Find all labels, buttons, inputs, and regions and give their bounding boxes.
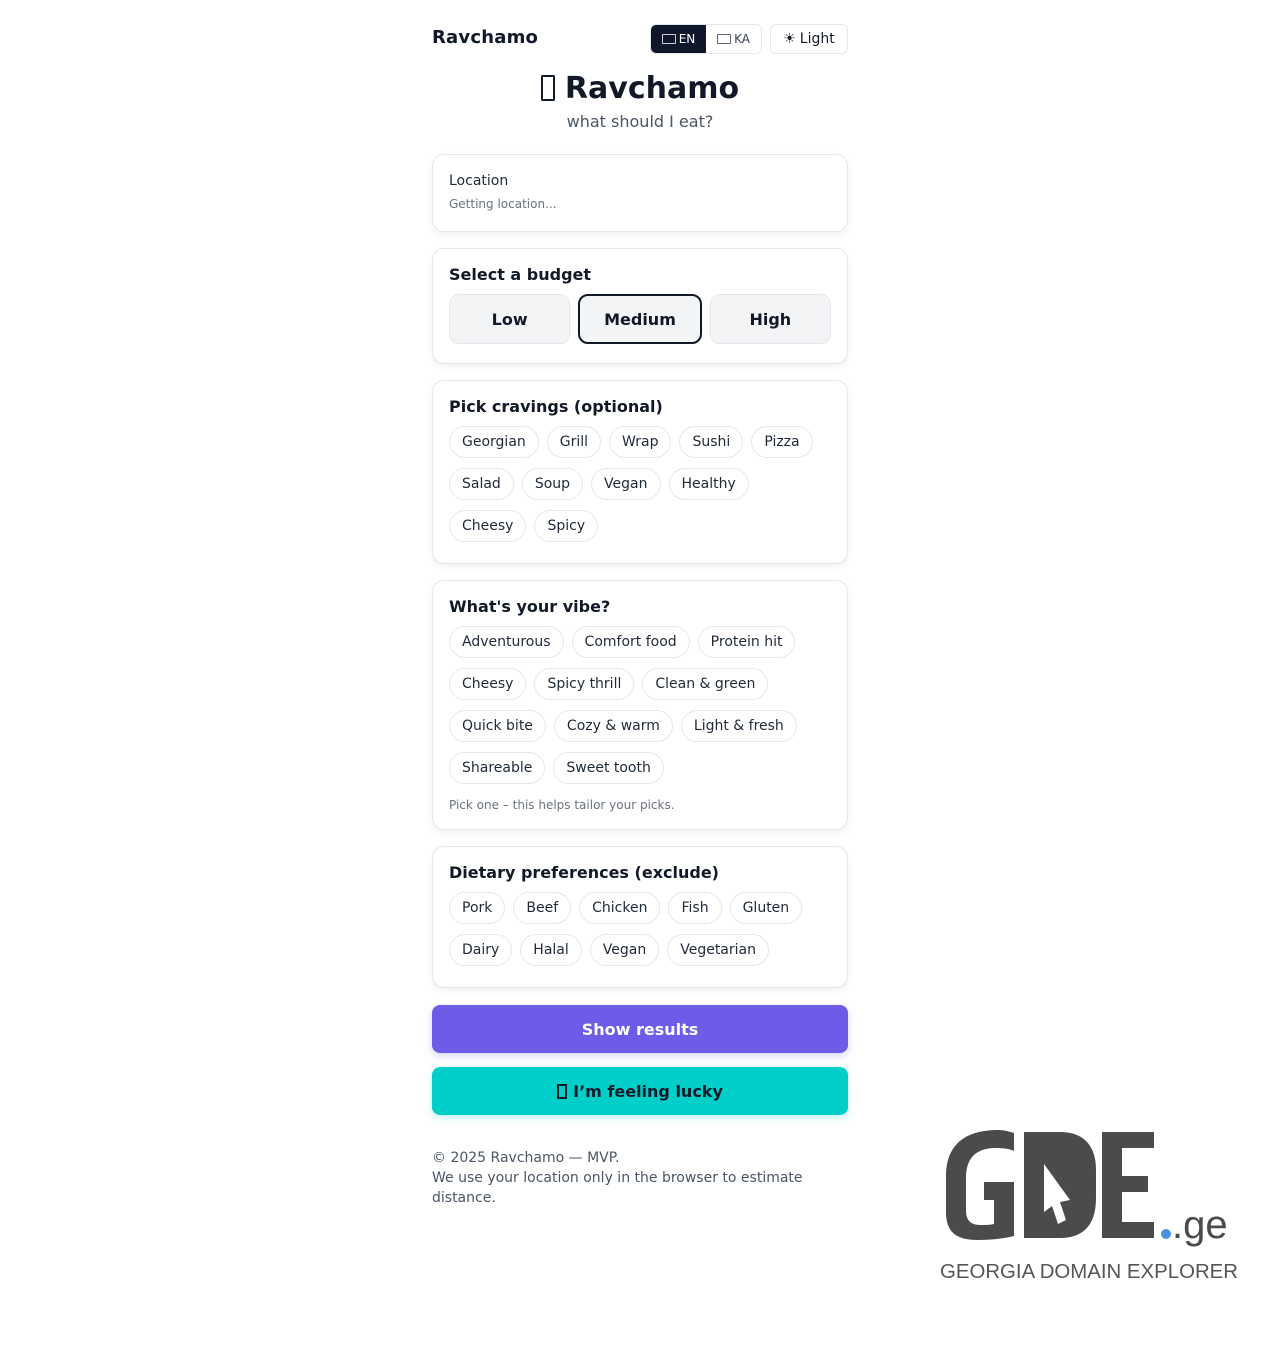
dietary-chip[interactable]: Gluten [729,892,803,924]
dietary-chip[interactable]: Pork [449,892,506,924]
sun-icon: ☀ [783,31,796,47]
dietary-chip[interactable]: Halal [520,934,582,966]
dietary-chips: Pork Beef Chicken Fish Gluten Dairy Halal Vegan… [449,892,831,966]
dietary-card: Dietary preferences (exclude) Pork Beef Ch… [432,846,848,988]
dietary-chip[interactable]: Beef [513,892,572,924]
vibe-chip[interactable]: Protein hit [697,626,796,658]
budget-title: Select a budget [449,265,592,284]
vibe-chip[interactable]: Comfort food [571,626,690,658]
vibe-chip[interactable]: Spicy thrill [534,668,635,700]
cravings-chip[interactable]: Cheesy [449,510,527,542]
cravings-chip[interactable]: Spicy [534,510,599,542]
location-status: Getting location... [449,197,557,211]
dot-icon [1161,1229,1171,1239]
gde-watermark-logo: .ge GEORGIA DOMAIN EXPLORER [940,1130,1238,1283]
cravings-chip[interactable]: Vegan [591,468,661,500]
language-switcher: EN KA [650,24,762,54]
watermark-tagline: GEORGIA DOMAIN EXPLORER [940,1261,1238,1283]
vibe-hint: Pick one – this helps tailor your picks. [449,798,675,812]
dietary-chip[interactable]: Vegetarian [667,934,769,966]
theme-toggle-button[interactable]: ☀ Light [770,24,848,54]
budget-medium-button[interactable]: Medium [578,294,702,344]
cravings-chip[interactable]: Wrap [609,426,672,458]
cravings-chip[interactable]: Sushi [679,426,744,458]
vibe-chip[interactable]: Cozy & warm [553,710,673,742]
budget-high-button[interactable]: High [709,294,831,344]
feeling-lucky-label: I’m feeling lucky [573,1081,723,1101]
dice-icon [557,1083,568,1099]
app-container: Ravchamo EN KA ☀ Light Ravchamo what sho… [432,0,848,1206]
cravings-chip[interactable]: Salad [449,468,514,500]
show-results-button[interactable]: Show results [432,1005,848,1053]
watermark-letter-e [1102,1132,1154,1238]
lang-code: EN [678,32,696,46]
cravings-title: Pick cravings (optional) [449,397,663,416]
dietary-chip[interactable]: Dairy [449,934,513,966]
vibe-chip[interactable]: Light & fresh [680,710,797,742]
vibe-title: What's your vibe? [449,597,611,616]
food-icon [540,75,555,101]
lang-code: KA [734,32,750,46]
flag-icon [661,34,676,44]
vibe-chip[interactable]: Cheesy [449,668,527,700]
theme-label: Light [799,31,835,47]
vibe-chip[interactable]: Shareable [449,752,546,784]
lang-en-button[interactable]: EN [651,25,706,53]
footer: © 2025 Ravchamo — MVP. We use your locat… [432,1148,848,1208]
footer-copyright: © 2025 Ravchamo — MVP. [432,1150,620,1166]
vibe-chip[interactable]: Adventurous [449,626,564,658]
lang-ka-button[interactable]: KA [706,25,761,53]
footer-note: We use your location only in the browser… [432,1170,803,1206]
dietary-chip[interactable]: Vegan [589,934,660,966]
cravings-chips: Georgian Grill Wrap Sushi Pizza Salad Soup Vega… [449,426,831,542]
dietary-chip[interactable]: Chicken [579,892,661,924]
vibe-chip[interactable]: Sweet tooth [553,752,664,784]
vibe-card: What's your vibe? Adventurous Comfort foo… [432,580,848,830]
vibe-chip[interactable]: Clean & green [642,668,769,700]
dietary-title: Dietary preferences (exclude) [449,863,719,882]
location-card: Location Getting location... [432,154,848,232]
page-subtitle: what should I eat? [566,112,714,131]
watermark-letter-g [946,1130,1014,1240]
watermark-tld: .ge [1172,1203,1228,1247]
cravings-chip[interactable]: Soup [521,468,584,500]
vibe-chip[interactable]: Quick bite [449,710,546,742]
dietary-chip[interactable]: Fish [668,892,722,924]
cravings-chip[interactable]: Healthy [668,468,749,500]
budget-options: Low Medium High [449,294,831,344]
vibe-chips: Adventurous Comfort food Protein hit Cheesy… [449,626,831,784]
flag-icon [717,34,732,44]
cravings-chip[interactable]: Pizza [751,426,813,458]
cravings-chip[interactable]: Grill [546,426,602,458]
location-label: Location [449,173,509,189]
cravings-card: Pick cravings (optional) Georgian Grill Wr… [432,380,848,564]
budget-low-button[interactable]: Low [449,294,571,344]
page-title: Ravchamo [432,66,848,110]
hero-title-text: Ravchamo [564,70,740,106]
budget-card: Select a budget Low Medium High [432,248,848,364]
feeling-lucky-button[interactable]: I’m feeling lucky [432,1067,848,1115]
hero: Ravchamo what should I eat? [432,66,848,131]
cravings-chip[interactable]: Georgian [449,426,539,458]
brand-name: Ravchamo [432,27,539,48]
